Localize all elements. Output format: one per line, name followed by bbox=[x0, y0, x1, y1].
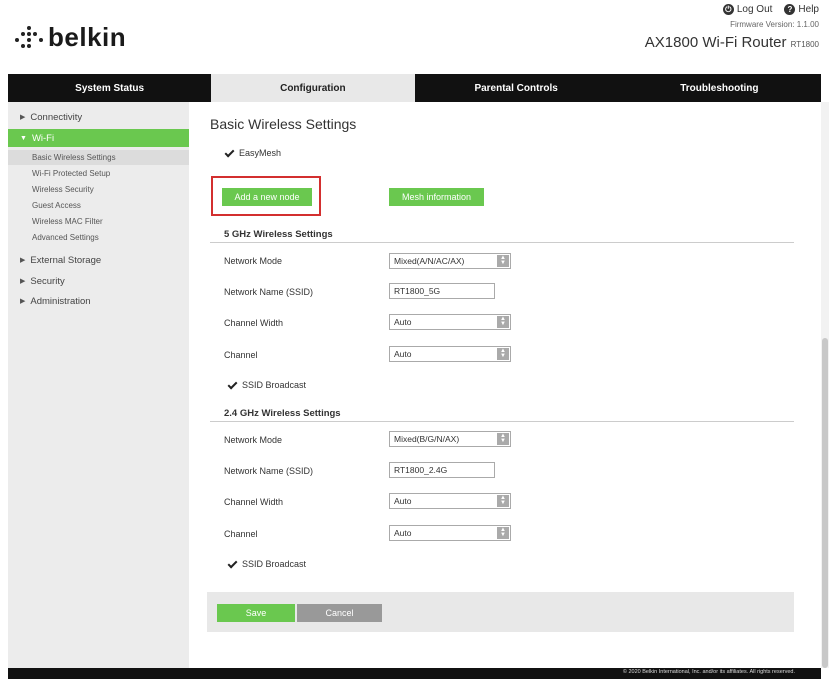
scrollbar-thumb[interactable] bbox=[822, 338, 828, 668]
updown-arrow-icon: ▲ ▼ bbox=[497, 348, 509, 360]
divider bbox=[210, 242, 794, 243]
select-value: Auto bbox=[394, 496, 412, 506]
channel-24g-select[interactable]: Auto ▲ ▼ bbox=[389, 525, 511, 541]
updown-arrow-icon: ▲ ▼ bbox=[497, 433, 509, 445]
help-icon: ? bbox=[784, 4, 796, 15]
mesh-information-button[interactable]: Mesh information bbox=[389, 188, 484, 206]
tab-system-status[interactable]: System Status bbox=[8, 74, 211, 102]
channel-width-24g-select[interactable]: Auto ▲ ▼ bbox=[389, 493, 511, 509]
ssid-5g-input[interactable] bbox=[389, 283, 495, 299]
cancel-button[interactable]: Cancel bbox=[297, 604, 382, 622]
select-value: Auto bbox=[394, 349, 412, 359]
channel-width-5g-label: Channel Width bbox=[224, 318, 284, 328]
ssid-broadcast-24g-checkbox[interactable]: SSID Broadcast bbox=[227, 559, 306, 569]
select-value: Mixed(A/N/AC/AX) bbox=[394, 256, 465, 266]
ssid-broadcast-5g-checkbox[interactable]: SSID Broadcast bbox=[227, 380, 306, 390]
router-model: RT1800 bbox=[790, 40, 819, 49]
select-value: Auto bbox=[394, 528, 412, 538]
sidebar-sub-mac-filter[interactable]: Wireless MAC Filter bbox=[8, 214, 189, 229]
belkin-dots-icon bbox=[14, 24, 44, 52]
caret-right-icon: ▶ bbox=[20, 257, 26, 264]
action-bar bbox=[207, 592, 794, 632]
updown-arrow-icon: ▲ ▼ bbox=[497, 316, 509, 328]
help-label: Help bbox=[798, 4, 819, 15]
caret-right-icon: ▶ bbox=[20, 278, 26, 285]
sidebar: ▶ Connectivity ▼ Wi-Fi Basic Wireless Se… bbox=[8, 102, 189, 668]
sidebar-item-security[interactable]: ▶ Security bbox=[8, 272, 189, 290]
caret-right-icon: ▶ bbox=[20, 298, 26, 305]
sidebar-item-external-storage[interactable]: ▶ External Storage bbox=[8, 251, 189, 269]
network-mode-24g-label: Network Mode bbox=[224, 435, 283, 445]
caret-down-icon: ▼ bbox=[20, 134, 27, 142]
sidebar-sub-basic-wireless[interactable]: Basic Wireless Settings bbox=[8, 150, 189, 165]
ssid-broadcast-5g-label: SSID Broadcast bbox=[242, 380, 307, 390]
logout-label: Log Out bbox=[736, 4, 773, 15]
checkmark-icon bbox=[227, 380, 237, 390]
sidebar-sub-guest-access[interactable]: Guest Access bbox=[8, 198, 189, 213]
ssid-24g-label: Network Name (SSID) bbox=[224, 466, 314, 476]
page-footer: © 2020 Belkin International, Inc. and/or… bbox=[8, 668, 821, 679]
belkin-logo[interactable]: belkin bbox=[14, 22, 126, 53]
network-mode-24g-select[interactable]: Mixed(B/G/N/AX) ▲ ▼ bbox=[389, 431, 511, 447]
updown-arrow-icon: ▲ ▼ bbox=[497, 255, 509, 267]
channel-width-5g-select[interactable]: Auto ▲ ▼ bbox=[389, 314, 511, 330]
router-name: AX1800 Wi-Fi Router bbox=[644, 34, 787, 51]
channel-5g-select[interactable]: Auto ▲ ▼ bbox=[389, 346, 511, 362]
select-value: Auto bbox=[394, 317, 412, 327]
channel-width-24g-label: Channel Width bbox=[224, 497, 284, 507]
logout-link[interactable]: ⏻ Log Out bbox=[722, 4, 773, 15]
ssid-broadcast-24g-label: SSID Broadcast bbox=[242, 559, 307, 569]
easymesh-checkbox[interactable]: EasyMesh bbox=[224, 148, 281, 158]
updown-arrow-icon: ▲ ▼ bbox=[497, 527, 509, 539]
brand-name: belkin bbox=[48, 22, 127, 52]
sidebar-item-administration[interactable]: ▶ Administration bbox=[8, 292, 189, 310]
power-icon: ⏻ bbox=[722, 4, 734, 15]
ssid-24g-input[interactable] bbox=[389, 462, 495, 478]
section-title-24ghz: 2.4 GHz Wireless Settings bbox=[224, 408, 341, 419]
firmware-version: Firmware Version: 1.1.00 bbox=[730, 20, 819, 29]
checkmark-icon bbox=[224, 148, 234, 158]
tab-troubleshooting[interactable]: Troubleshooting bbox=[618, 74, 821, 102]
save-button[interactable]: Save bbox=[217, 604, 295, 622]
sidebar-sub-wireless-security[interactable]: Wireless Security bbox=[8, 182, 189, 197]
sidebar-item-label: External Storage bbox=[30, 254, 102, 266]
channel-24g-label: Channel bbox=[224, 529, 258, 539]
divider bbox=[210, 421, 794, 422]
network-mode-5g-label: Network Mode bbox=[224, 256, 283, 266]
ssid-5g-label: Network Name (SSID) bbox=[224, 287, 314, 297]
sidebar-item-wifi[interactable]: ▼ Wi-Fi bbox=[8, 129, 189, 147]
main-nav: System Status Configuration Parental Con… bbox=[8, 74, 821, 102]
add-node-button[interactable]: Add a new node bbox=[222, 188, 312, 206]
network-mode-5g-select[interactable]: Mixed(A/N/AC/AX) ▲ ▼ bbox=[389, 253, 511, 269]
tab-configuration[interactable]: Configuration bbox=[211, 74, 415, 102]
updown-arrow-icon: ▲ ▼ bbox=[497, 495, 509, 507]
page-title: Basic Wireless Settings bbox=[210, 116, 357, 132]
section-title-5ghz: 5 GHz Wireless Settings bbox=[224, 229, 333, 240]
easymesh-label: EasyMesh bbox=[239, 148, 282, 158]
header: belkin ⏻ Log Out ? Help Firmware Version… bbox=[0, 0, 829, 74]
caret-right-icon: ▶ bbox=[20, 114, 26, 121]
copyright-text: © 2020 Belkin International, Inc. and/or… bbox=[622, 669, 795, 675]
sidebar-item-connectivity[interactable]: ▶ Connectivity bbox=[8, 108, 189, 126]
select-value: Mixed(B/G/N/AX) bbox=[394, 434, 460, 444]
sidebar-sub-advanced[interactable]: Advanced Settings bbox=[8, 230, 189, 245]
sidebar-item-label: Wi-Fi bbox=[31, 132, 55, 144]
checkmark-icon bbox=[227, 559, 237, 569]
channel-5g-label: Channel bbox=[224, 350, 258, 360]
scrollbar-track[interactable] bbox=[821, 102, 829, 668]
sidebar-item-label: Administration bbox=[30, 295, 91, 307]
tab-parental-controls[interactable]: Parental Controls bbox=[415, 74, 618, 102]
sidebar-sub-wps[interactable]: Wi-Fi Protected Setup bbox=[8, 166, 189, 181]
help-link[interactable]: ? Help bbox=[784, 4, 819, 15]
sidebar-item-label: Security bbox=[30, 275, 65, 287]
sidebar-item-label: Connectivity bbox=[30, 111, 83, 123]
router-title: AX1800 Wi-Fi Router RT1800 bbox=[645, 34, 819, 51]
